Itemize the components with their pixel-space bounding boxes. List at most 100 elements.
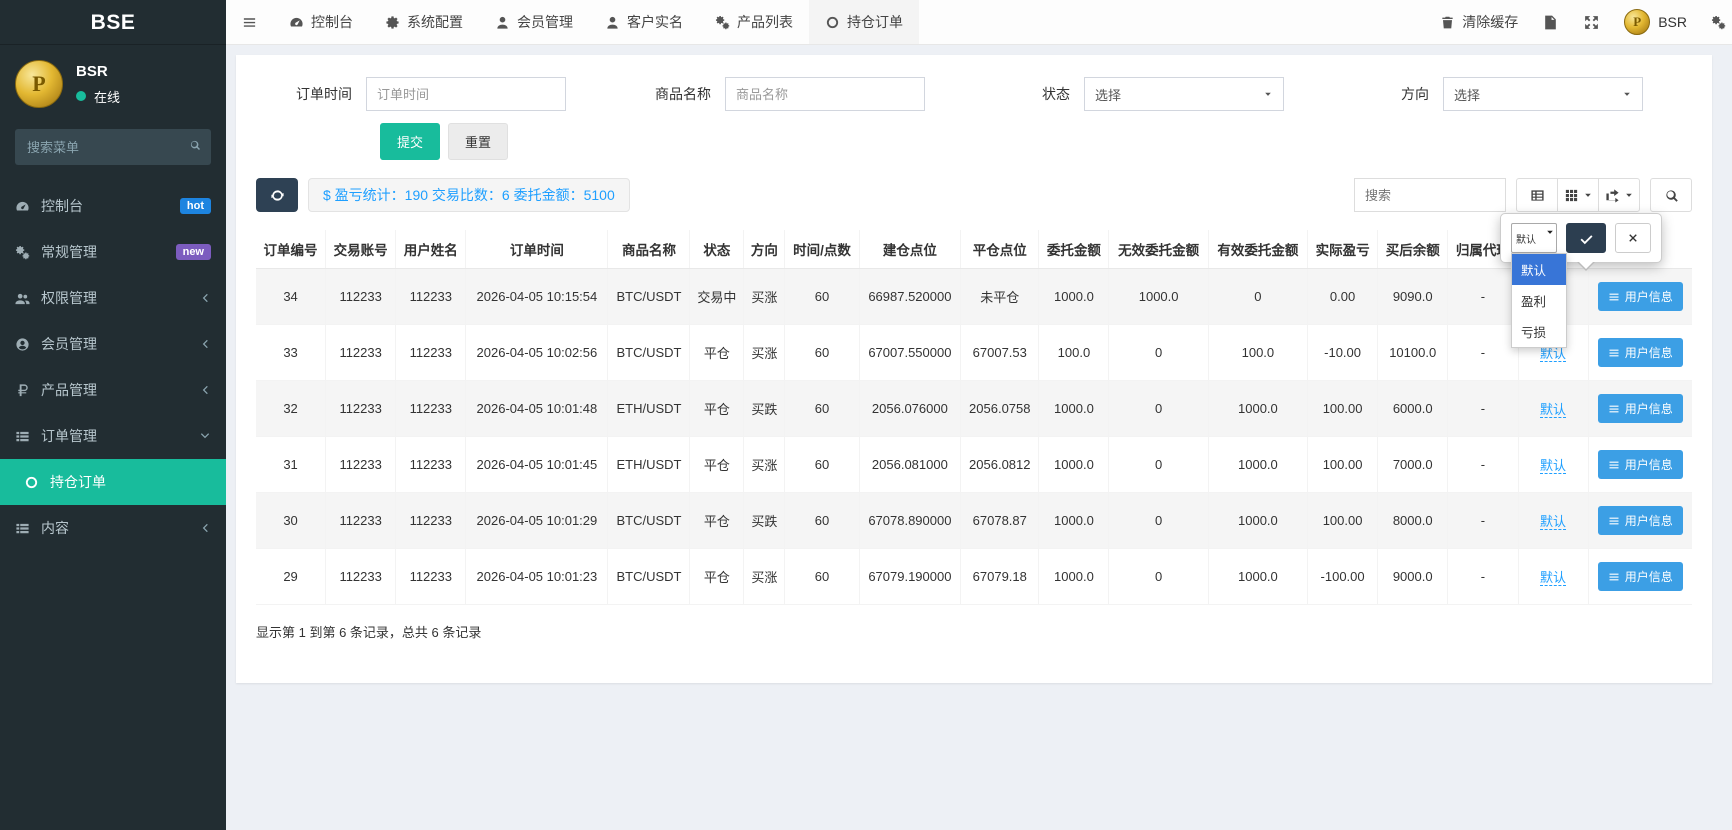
cancel-button[interactable] [1615,223,1651,253]
popup-select[interactable]: 默认 [1511,223,1557,253]
option-profit[interactable]: 盈利 [1512,285,1566,316]
search-button[interactable] [1650,178,1692,212]
default-edit-link[interactable]: 默认 [1540,514,1566,530]
default-edit-link[interactable]: 默认 [1540,570,1566,586]
reset-button[interactable]: 重置 [448,123,508,160]
nav-tab-position-orders[interactable]: 持仓订单 [809,0,919,44]
nav-tab-system-config[interactable]: 系统配置 [369,0,479,44]
table-search-input[interactable] [1354,178,1506,212]
cell-close-price: 未平仓 [961,269,1039,325]
navbar-user-menu[interactable]: P BSR [1624,9,1687,35]
sidebar-item-content[interactable]: 内容 [0,505,226,551]
sidebar-item-orders[interactable]: 订单管理 [0,413,226,459]
option-loss[interactable]: 亏损 [1512,316,1566,347]
cell-status: 平仓 [690,437,744,493]
default-edit-link[interactable]: 默认 [1540,402,1566,418]
popup-arrow [1577,262,1595,271]
orders-card: 订单时间 商品名称 状态 选择 方 [236,55,1712,683]
caret-down-icon [1545,227,1555,237]
col-account[interactable]: 交易账号 [326,230,396,269]
sidebar-item-permissions[interactable]: 权限管理 [0,275,226,321]
nav-tab-console[interactable]: 控制台 [273,0,369,44]
nav-tab-customer-kyc[interactable]: 客户实名 [589,0,699,44]
caret-down-icon [1583,190,1593,200]
cell-close-price: 67079.18 [961,549,1039,605]
export-button[interactable] [1598,178,1640,212]
user-info-button[interactable]: 用户信息 [1598,450,1683,479]
cell-valid-amount: 100.0 [1208,325,1307,381]
cell-product: BTC/USDT [608,549,690,605]
cell-period: 60 [785,493,859,549]
confirm-button[interactable] [1566,223,1606,253]
cell-account: 112233 [326,437,396,493]
user-info-button[interactable]: 用户信息 [1598,282,1683,311]
col-period[interactable]: 时间/点数 [785,230,859,269]
col-product[interactable]: 商品名称 [608,230,690,269]
cell-period: 60 [785,549,859,605]
status-select[interactable]: 选择 [1084,77,1284,111]
user-circle-icon [15,337,30,352]
default-edit-link[interactable]: 默认 [1540,346,1566,362]
nav-tab-product-list[interactable]: 产品列表 [699,0,809,44]
direction-select[interactable]: 选择 [1443,77,1643,111]
default-edit-link[interactable]: 默认 [1540,458,1566,474]
sidebar-item-products[interactable]: 产品管理 [0,367,226,413]
col-direction[interactable]: 方向 [744,230,785,269]
cell-agent: - [1448,437,1518,493]
table-view-buttons [1516,178,1640,212]
col-invalid-amount[interactable]: 无效委托金额 [1109,230,1208,269]
col-open-price[interactable]: 建仓点位 [859,230,961,269]
cell-direction: 买涨 [744,437,785,493]
clear-cache-button[interactable]: 清除缓存 [1440,12,1518,32]
columns-button[interactable] [1557,178,1599,212]
col-status[interactable]: 状态 [690,230,744,269]
cell-actions: 用户信息 [1588,381,1692,437]
cell-close-price: 2056.0758 [961,381,1039,437]
sidebar-item-position-orders[interactable]: 持仓订单 [0,459,226,505]
sidebar-item-members[interactable]: 会员管理 [0,321,226,367]
cell-actual-profit: -100.00 [1308,549,1378,605]
sidebar-item-console[interactable]: 控制台 hot [0,183,226,229]
sidebar-toggle-button[interactable] [226,0,273,44]
fullscreen-button[interactable] [1583,14,1600,31]
col-order-time[interactable]: 订单时间 [466,230,608,269]
user-info-button[interactable]: 用户信息 [1598,394,1683,423]
cell-account: 112233 [326,269,396,325]
table-row: 33 112233 112233 2026-04-05 10:02:56 BTC… [256,325,1692,381]
list-icon [1608,571,1620,583]
product-name-input[interactable] [725,77,925,111]
search-icon[interactable] [189,139,201,151]
col-balance-after[interactable]: 买后余额 [1378,230,1448,269]
sidebar-item-general[interactable]: 常规管理 new [0,229,226,275]
col-order-id[interactable]: 订单编号 [256,230,326,269]
cell-direction: 买跌 [744,493,785,549]
col-actual-profit[interactable]: 实际盈亏 [1308,230,1378,269]
col-valid-amount[interactable]: 有效委托金额 [1208,230,1307,269]
language-button[interactable] [1542,14,1559,31]
caret-down-icon [1622,89,1632,99]
col-close-price[interactable]: 平仓点位 [961,230,1039,269]
order-time-input[interactable] [366,77,566,111]
user-info-button[interactable]: 用户信息 [1598,562,1683,591]
table-row: 34 112233 112233 2026-04-05 10:15:54 BTC… [256,269,1692,325]
settings-button[interactable] [1711,15,1726,30]
cell-status: 平仓 [690,381,744,437]
user-info-button[interactable]: 用户信息 [1598,506,1683,535]
refresh-button[interactable] [256,178,298,212]
detail-view-button[interactable] [1516,178,1558,212]
col-amount[interactable]: 委托金额 [1039,230,1109,269]
chevron-left-icon [199,522,211,534]
sidebar-search [15,129,211,165]
sidebar-search-input[interactable] [15,129,211,165]
gauge-icon [15,199,30,214]
submit-button[interactable]: 提交 [380,123,440,160]
col-username[interactable]: 用户姓名 [396,230,466,269]
cell-agent: - [1448,269,1518,325]
orders-table: 订单编号 交易账号 用户姓名 订单时间 商品名称 状态 方向 时间/点数 建仓点… [256,230,1692,605]
option-default[interactable]: 默认 [1512,254,1566,285]
user-info-button[interactable]: 用户信息 [1598,338,1683,367]
nav-tab-members[interactable]: 会员管理 [479,0,589,44]
cell-direction: 买涨 [744,325,785,381]
gears-icon [715,15,730,30]
cell-amount: 1000.0 [1039,269,1109,325]
